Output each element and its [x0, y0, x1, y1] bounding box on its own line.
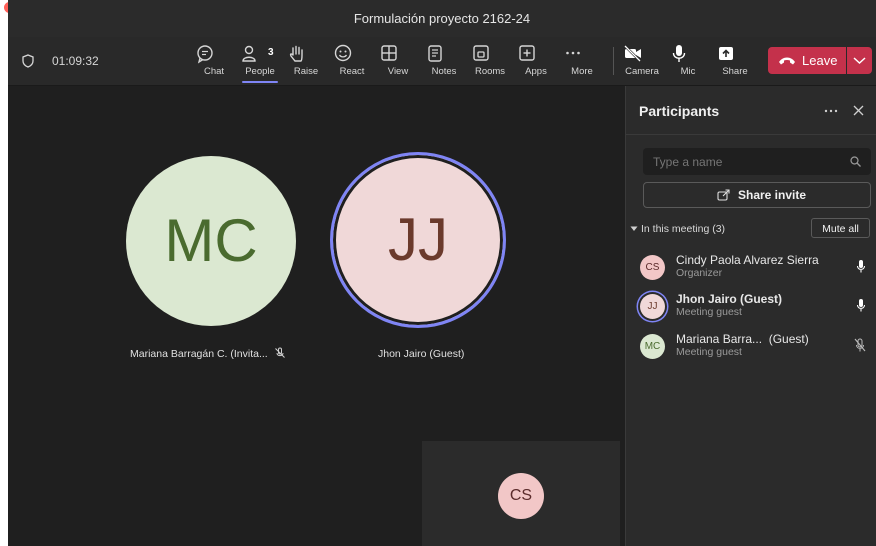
- notes-label: Notes: [431, 66, 457, 77]
- title-bar: Formulación proyecto 2162-24: [8, 0, 876, 37]
- mic-icon[interactable]: [856, 298, 866, 312]
- participant-avatar-mc[interactable]: MC: [126, 156, 296, 326]
- mic-off-icon: [275, 347, 285, 358]
- avatar-initials: CS: [509, 487, 533, 504]
- avatar: MC: [640, 334, 665, 359]
- caret-down-icon[interactable]: [630, 226, 638, 232]
- mic-icon[interactable]: [856, 259, 866, 273]
- mute-all-button[interactable]: Mute all: [811, 218, 870, 238]
- mute-all-label: Mute all: [822, 223, 859, 235]
- panel-divider: [626, 134, 876, 135]
- participant-role: Meeting guest: [676, 346, 742, 358]
- notes-icon: [428, 45, 442, 62]
- leave-label: Leave: [802, 53, 838, 68]
- share-invite-button[interactable]: Share invite: [643, 182, 871, 208]
- avatar-initials: MC: [644, 341, 661, 352]
- meeting-window: Formulación proyecto 2162-24 01:09:32 Ch…: [8, 0, 876, 546]
- smiley-icon: [334, 44, 352, 62]
- people-button[interactable]: 3 People: [240, 43, 280, 83]
- chevron-down-icon: [853, 57, 866, 65]
- participant-row[interactable]: JJ Jhon Jairo (Guest) Meeting guest: [640, 291, 870, 327]
- mic-icon: [672, 45, 686, 62]
- participant-role: Organizer: [676, 267, 723, 279]
- rooms-button[interactable]: Rooms: [470, 43, 510, 83]
- raise-label: Raise: [293, 66, 319, 77]
- ellipsis-icon: [566, 51, 580, 55]
- avatar-initials: JJ: [388, 206, 448, 273]
- active-tab-indicator: [242, 81, 278, 83]
- rooms-icon: [473, 45, 489, 61]
- participants-panel: Participants Share invite: [625, 86, 876, 546]
- share-label: Share: [722, 66, 748, 77]
- camera-off-icon: [624, 45, 641, 62]
- meeting-timer: 01:09:32: [52, 54, 99, 68]
- raise-button[interactable]: Raise: [286, 43, 326, 83]
- notes-button[interactable]: Notes: [424, 43, 464, 83]
- more-options-icon[interactable]: [824, 108, 838, 114]
- section-label[interactable]: In this meeting (3): [641, 223, 725, 235]
- participant-name: Mariana Barra... (Guest): [676, 332, 809, 346]
- search-icon: [850, 156, 861, 167]
- react-label: React: [339, 66, 365, 77]
- participant-name-label: Jhon Jairo (Guest): [378, 348, 465, 360]
- view-button[interactable]: View: [378, 43, 418, 83]
- apps-button[interactable]: Apps: [516, 43, 556, 83]
- avatar-initials: JJ: [647, 301, 658, 312]
- shield-icon[interactable]: [22, 54, 34, 68]
- participant-name: Cindy Paola Alvarez Sierra: [676, 253, 819, 267]
- avatar-initials: MC: [164, 207, 258, 274]
- self-view-tile[interactable]: CS: [422, 441, 620, 546]
- people-label: People: [245, 66, 275, 77]
- camera-button[interactable]: Camera: [622, 43, 662, 83]
- participant-avatar-jj[interactable]: JJ: [330, 152, 506, 328]
- panel-title: Participants: [639, 103, 720, 119]
- share-up-icon: [719, 47, 733, 60]
- more-label: More: [571, 66, 593, 77]
- mic-button[interactable]: Mic: [668, 43, 708, 83]
- phone-hangup-icon: [779, 57, 795, 65]
- camera-label: Camera: [625, 66, 659, 77]
- participant-row[interactable]: CS Cindy Paola Alvarez Sierra Organizer: [640, 252, 870, 288]
- view-label: View: [387, 66, 409, 77]
- video-stage: MC Mariana Barragán C. (Invita... JJ Jho…: [8, 86, 625, 546]
- mic-label: Mic: [680, 66, 696, 77]
- chat-button[interactable]: Chat: [194, 43, 234, 83]
- avatar: CS: [640, 255, 665, 280]
- search-input[interactable]: [643, 148, 833, 175]
- meeting-toolbar: 01:09:32 Chat 3 People Raise React View …: [8, 37, 876, 86]
- rooms-label: Rooms: [474, 66, 506, 77]
- share-invite-label: Share invite: [738, 188, 807, 202]
- plus-box-icon: [519, 45, 535, 61]
- mic-off-icon[interactable]: [854, 338, 866, 352]
- share-invite-icon: [717, 189, 730, 201]
- window-title: Formulación proyecto 2162-24: [353, 11, 531, 26]
- participant-row[interactable]: MC Mariana Barra... (Guest) Meeting gues…: [640, 331, 870, 367]
- self-avatar: CS: [498, 473, 544, 519]
- people-icon: [242, 45, 256, 62]
- close-icon[interactable]: [853, 105, 864, 116]
- participant-search-box: [643, 148, 871, 175]
- people-count-badge: 3: [268, 47, 274, 58]
- apps-label: Apps: [525, 66, 547, 77]
- avatar: JJ: [640, 294, 665, 319]
- share-button[interactable]: Share: [715, 43, 755, 83]
- leave-options-button[interactable]: [847, 47, 872, 74]
- participant-name: Jhon Jairo (Guest): [676, 292, 783, 306]
- leave-button[interactable]: Leave: [768, 47, 846, 74]
- toolbar-divider: [613, 47, 614, 75]
- hand-icon: [289, 45, 303, 62]
- avatar-initials: CS: [645, 262, 660, 273]
- chat-label: Chat: [203, 66, 225, 77]
- participant-role: Meeting guest: [676, 306, 742, 318]
- more-button[interactable]: More: [562, 43, 602, 83]
- react-button[interactable]: React: [332, 43, 372, 83]
- participant-name-label: Mariana Barragán C. (Invita...: [130, 348, 268, 360]
- grid-icon: [381, 45, 397, 61]
- chat-icon: [197, 45, 213, 64]
